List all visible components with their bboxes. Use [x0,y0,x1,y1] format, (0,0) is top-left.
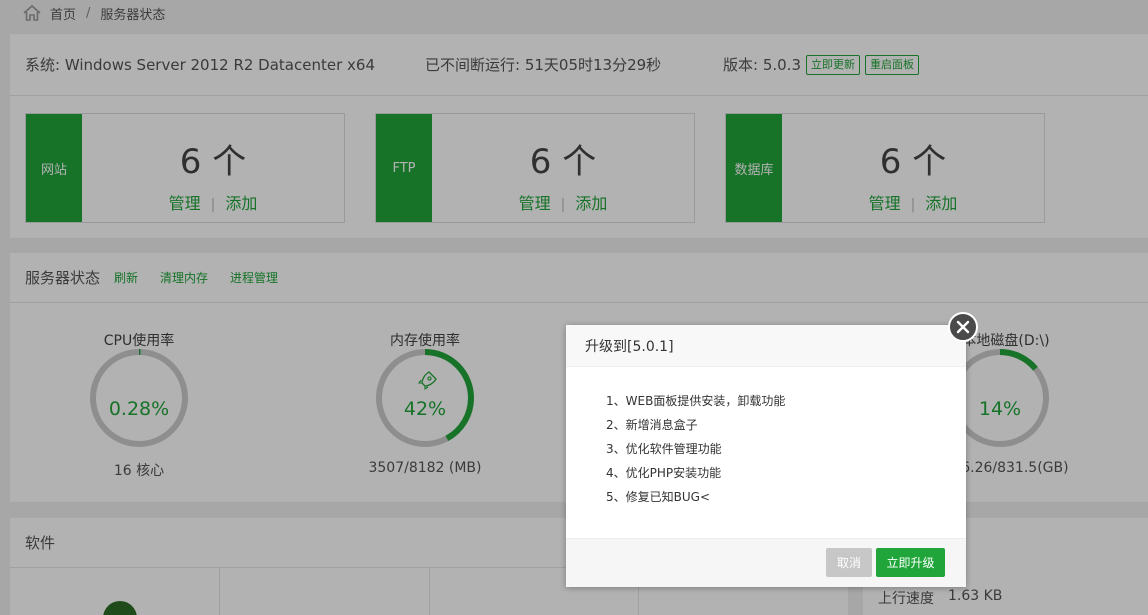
dialog-title: 升级到[5.0.1] [566,325,966,367]
cancel-button[interactable]: 取消 [826,548,872,577]
changelog-item: 4、优化PHP安装功能 [606,466,722,480]
changelog-item: 3、优化软件管理功能 [606,442,722,456]
upgrade-now-button[interactable]: 立即升级 [876,548,945,577]
changelog-list: 1、WEB面板提供安装，卸载功能 2、新增消息盒子 3、优化软件管理功能 4、优… [566,367,966,509]
dialog-footer: 取消 立即升级 [566,538,966,587]
changelog-item: 5、修复已知BUG< [606,490,711,504]
close-glyph [956,320,970,334]
close-icon[interactable] [948,312,978,342]
changelog-item: 1、WEB面板提供安装，卸载功能 [606,394,786,408]
changelog-item: 2、新增消息盒子 [606,418,698,432]
upgrade-dialog: 升级到[5.0.1] 1、WEB面板提供安装，卸载功能 2、新增消息盒子 3、优… [566,325,966,587]
